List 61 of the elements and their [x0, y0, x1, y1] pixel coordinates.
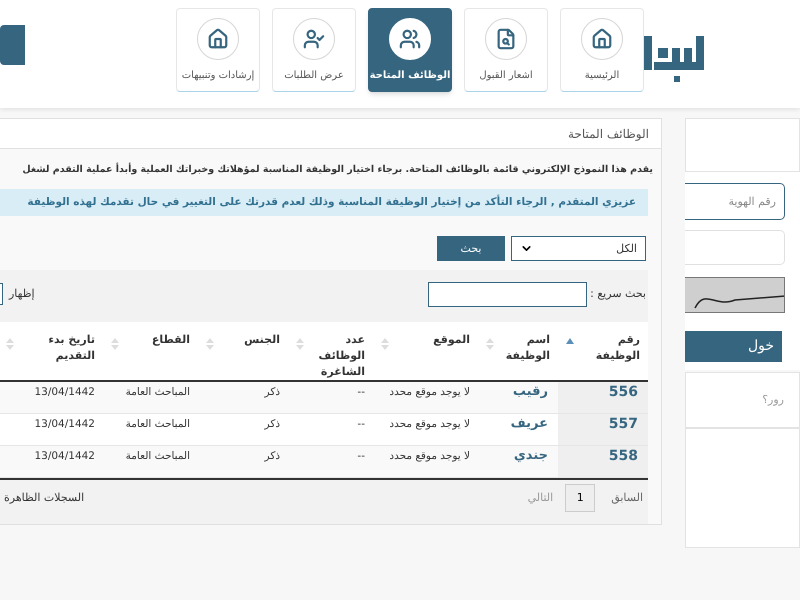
table-cell: --: [288, 413, 373, 446]
table-cell: ذكر: [198, 413, 288, 446]
sort-icon[interactable]: [111, 338, 119, 350]
quick-search-field[interactable]: [428, 282, 587, 307]
people-group-icon: [399, 28, 421, 50]
column-header[interactable]: اسم الوظيفة: [478, 322, 558, 382]
table-cell: 13/04/1442: [0, 381, 103, 414]
table-cell: المباحث العامة: [103, 413, 198, 446]
table-cell: --: [288, 381, 373, 414]
sort-icon[interactable]: [381, 338, 389, 350]
table-cell: رقيب: [478, 381, 558, 414]
table-cell: ذكر: [198, 381, 288, 414]
category-select[interactable]: الكل: [511, 236, 646, 262]
table-cell: جندي: [478, 445, 558, 478]
records-label: السجلات الظاهرة: [4, 490, 84, 506]
sort-ascending-icon[interactable]: [566, 338, 574, 344]
column-header[interactable]: عدد الوظائف الشاغرة: [288, 322, 373, 382]
id-number-field[interactable]: رقم الهوية: [685, 183, 785, 220]
previous-link[interactable]: السابق: [611, 490, 643, 506]
description-text: يقدم هذا النموذج الإلكتروني قائمة بالوظائف المتاحة. برجاء اختيار الوظيفة المناسبة لمؤهلاتك وخبراتك العملية وأبدأ عملية التقدم لشغل: [22, 163, 654, 177]
quick-search-label: بحث سريع :: [589, 286, 646, 302]
sort-icon[interactable]: [296, 338, 304, 350]
table-cell: لا يوجد موقع محدد: [373, 413, 478, 446]
table-cell: --: [288, 445, 373, 478]
column-header[interactable]: الموقع: [373, 322, 478, 382]
sort-icon[interactable]: [486, 338, 494, 350]
search-button[interactable]: بحث: [437, 236, 505, 262]
table-cell: لا يوجد موقع محدد: [373, 381, 478, 414]
table-cell: 556: [558, 381, 648, 414]
sort-icon[interactable]: [6, 338, 14, 350]
home-icon: [207, 28, 229, 50]
table-cell: 558: [558, 445, 648, 478]
notice-text: عزيزي المتقدم , الرجاء التأكد من إختيار الوظيفة المناسبة وذلك لعدم قدرتك على التغيير في حال تقدمك لهذه الوظيفة: [27, 194, 636, 210]
column-header[interactable]: تاريخ بدء التقديم: [0, 322, 103, 382]
column-header[interactable]: الجنس: [198, 322, 288, 382]
table-cell: المباحث العامة: [103, 381, 198, 414]
column-header[interactable]: رقم الوظيفة: [558, 322, 648, 382]
page-number-button[interactable]: 1: [565, 484, 596, 512]
user-check-icon: [303, 28, 325, 50]
home-icon: [591, 28, 613, 50]
nav-tile[interactable]: إرشادات وتنبيهات: [176, 8, 260, 92]
table-cell: ذكر: [198, 445, 288, 478]
table-cell: 13/04/1442: [0, 445, 103, 478]
nav-tile[interactable]: الوظائف المتاحة: [368, 8, 452, 92]
show-label: إظهار: [9, 286, 35, 302]
table-cell: لا يوجد موقع محدد: [373, 445, 478, 478]
nav-tile[interactable]: اشعار القبول: [464, 8, 548, 92]
password-field[interactable]: [685, 230, 785, 265]
panel-title: الوظائف المتاحة: [568, 126, 649, 142]
nav-tile[interactable]: عرض الطلبات: [272, 8, 356, 92]
table-cell: 13/04/1442: [0, 413, 103, 446]
page-size-select[interactable]: [0, 283, 3, 306]
document-search-icon: [495, 28, 517, 50]
column-header[interactable]: القطاع: [103, 322, 198, 382]
menu-button[interactable]: [0, 25, 25, 65]
nav-tile[interactable]: الرئيسية: [560, 8, 644, 92]
table-cell: عريف: [478, 413, 558, 446]
table-cell: 557: [558, 413, 648, 446]
login-button[interactable]: خول: [685, 331, 782, 362]
sort-icon[interactable]: [206, 338, 214, 350]
table-cell: المباحث العامة: [103, 445, 198, 478]
